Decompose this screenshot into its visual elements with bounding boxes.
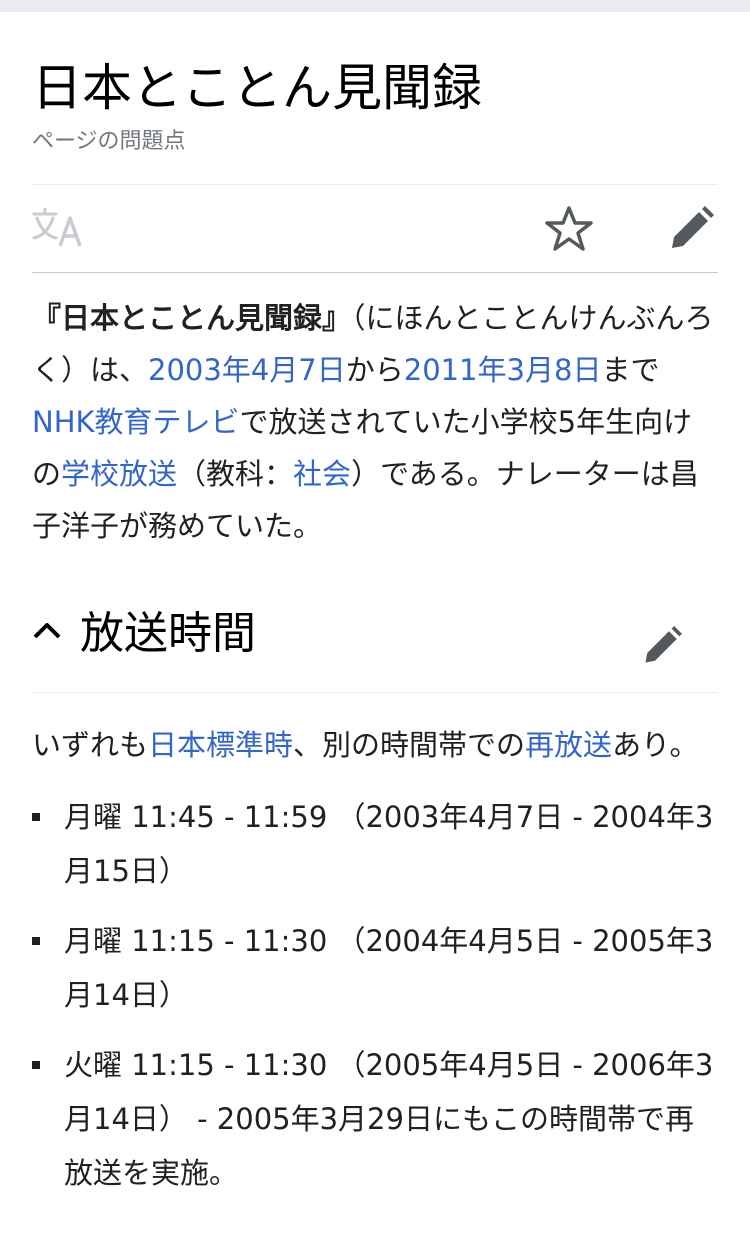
link-nhk-educational[interactable]: NHK教育テレビ <box>32 405 240 439</box>
link-start-date[interactable]: 2003年4月7日 <box>148 353 346 387</box>
section-intro: いずれも日本標準時、別の時間帯での再放送あり。 <box>32 728 699 762</box>
link-school-broadcast[interactable]: 学校放送 <box>61 457 177 491</box>
section-header-broadcast-time[interactable]: 放送時間 <box>32 598 718 678</box>
link-rebroadcast[interactable]: 再放送 <box>525 728 612 762</box>
translate-icon[interactable] <box>32 206 84 254</box>
section-body: いずれも日本標準時、別の時間帯での再放送あり。 月曜 11:45 - 11:59… <box>32 718 718 1216</box>
pencil-icon[interactable] <box>668 206 714 256</box>
lead-paragraph: 『日本とことん見聞録』（にほんとことんけんぶんろく）は、2003年4月7日から2… <box>32 301 714 543</box>
list-item: 火曜 11:15 - 11:30 （2005年4月5日 - 2006年3月14日… <box>32 1038 718 1200</box>
list-item: 月曜 11:45 - 11:59 （2003年4月7日 - 2004年3月15日… <box>32 790 718 898</box>
broadcast-time-list: 月曜 11:45 - 11:59 （2003年4月7日 - 2004年3月15日… <box>32 790 718 1200</box>
link-japan-standard-time[interactable]: 日本標準時 <box>148 728 293 762</box>
page-issues-link[interactable]: ページの問題点 <box>32 126 718 158</box>
list-item: 月曜 11:15 - 11:30 （2004年4月5日 - 2005年3月14日… <box>32 914 718 1022</box>
chevron-up-icon[interactable] <box>32 620 62 644</box>
star-icon[interactable] <box>544 204 594 258</box>
top-bar <box>0 0 750 12</box>
section-divider <box>32 692 718 693</box>
section-edit-pencil-icon[interactable] <box>642 626 682 670</box>
actions-divider <box>32 272 718 273</box>
header-divider <box>32 184 718 185</box>
section-title: 放送時間 <box>80 608 256 659</box>
link-social-studies[interactable]: 社会 <box>293 457 351 491</box>
lead-bold-title: 『日本とことん見聞録』 <box>32 301 352 335</box>
page-actions-bar <box>32 186 718 272</box>
link-end-date[interactable]: 2011年3月8日 <box>404 353 602 387</box>
page-header: 日本とことん見聞録 ページの問題点 <box>32 56 718 158</box>
page-title: 日本とことん見聞録 <box>32 59 482 117</box>
